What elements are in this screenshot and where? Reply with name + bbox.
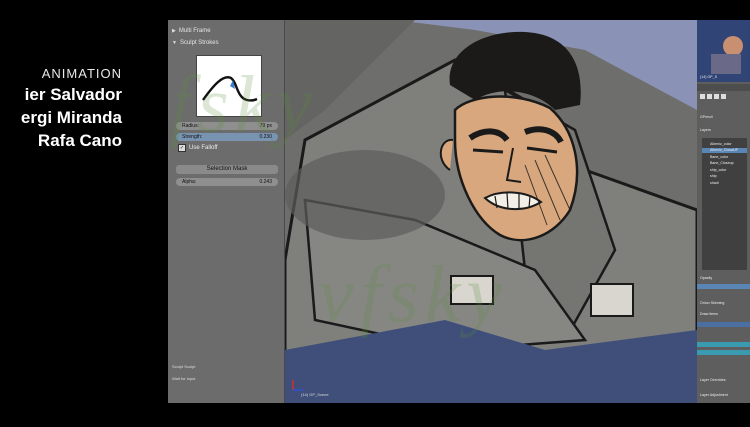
layer-item[interactable]: Albeniz_ClosaUP (710, 148, 738, 152)
layers-header[interactable]: Layers (700, 128, 711, 132)
tab-world-icon[interactable] (714, 94, 719, 99)
layer-item[interactable]: ship (710, 174, 717, 178)
alpha-value: 0.243 (259, 179, 272, 185)
tab-object-icon[interactable] (721, 94, 726, 99)
collapse-icon: ▼ (172, 40, 177, 46)
layer-adjustments-header[interactable]: Layer Adjustment (700, 393, 728, 397)
draw-items-option[interactable]: Draw items (700, 312, 718, 316)
toolbar-row (697, 84, 750, 91)
credits: ANIMATION ier Salvador ergi Miranda Rafa… (21, 66, 122, 152)
multi-frame-label: Multi Frame (178, 28, 211, 34)
layer-item[interactable]: Bane_Closeup (710, 161, 734, 165)
expand-icon: ▶ (172, 28, 176, 34)
cartoon-illustration (285, 20, 697, 403)
color-bar-2[interactable] (697, 350, 750, 355)
layer-item[interactable]: shadi (710, 181, 719, 185)
color-bar-1[interactable] (697, 342, 750, 347)
opacity-slider[interactable] (697, 284, 750, 289)
credits-heading: ANIMATION (41, 66, 122, 81)
preview-thumbnail (697, 20, 750, 82)
alpha-field[interactable]: Alpha: 0.243 (176, 178, 278, 186)
selection-mask-button[interactable]: Selection Mask (176, 165, 278, 174)
preview-label: (14) GP_S (700, 75, 717, 79)
alpha-label: Alpha: (182, 179, 197, 185)
app-window: ▶ Multi Frame ▼ Sculpt Strokes Radius: 7… (168, 20, 750, 403)
status-label: Wait for input (172, 376, 196, 381)
layers-list[interactable]: Albeniz_color Albeniz_ClosaUP Bane_color… (702, 138, 747, 270)
multi-frame-row[interactable]: ▶ Multi Frame (172, 28, 211, 34)
sculpt-strokes-label: Sculpt Strokes (179, 40, 219, 46)
operator-label: Sculpt Sculpt (172, 364, 196, 369)
properties-panel: (14) GP_S GPencil Layers Albeniz_color A… (697, 20, 750, 403)
opacity-label[interactable]: Opacity (700, 276, 712, 280)
tab-scene-icon[interactable] (707, 94, 712, 99)
credit-name-3: Rafa Cano (37, 131, 122, 150)
layer-overrides-header[interactable]: Layer Overrides (700, 378, 726, 382)
property-tabs (700, 94, 726, 99)
layer-item[interactable]: Albeniz_color (710, 142, 732, 146)
onion-skinning-header[interactable]: Onion Skinning (700, 301, 724, 305)
gpencil-label: GPencil (700, 115, 713, 119)
watermark: vfsky (168, 61, 318, 149)
credit-name-1: ier Salvador (24, 85, 122, 104)
credit-name-2: ergi Miranda (20, 108, 122, 127)
watermark: vfsky (318, 251, 508, 339)
viewport[interactable]: (14) GP_Scene (285, 20, 697, 403)
tab-render-icon[interactable] (700, 94, 705, 99)
camera-preview: (14) GP_S (697, 20, 750, 82)
scene-label: (14) GP_Scene (301, 392, 329, 397)
mode-bar[interactable] (697, 322, 750, 327)
layer-item[interactable]: Bane_color (710, 155, 728, 159)
layer-item[interactable]: ship_color (710, 168, 726, 172)
sculpt-strokes-header[interactable]: ▼ Sculpt Strokes (172, 40, 219, 46)
